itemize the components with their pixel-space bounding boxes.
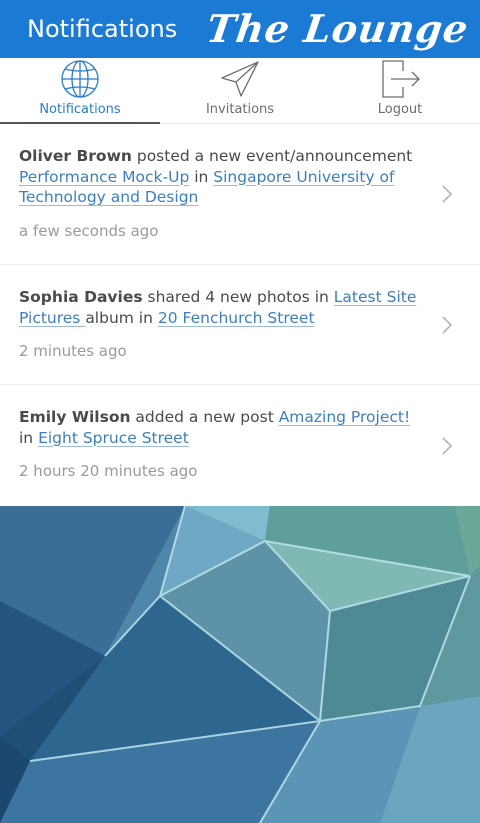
page-title: Notifications (27, 15, 178, 43)
project-link[interactable]: 20 Fenchurch Street (158, 309, 315, 327)
tab-notifications[interactable]: Notifications (0, 58, 160, 124)
action-text: added a new post (130, 408, 279, 426)
project-link[interactable]: Eight Spruce Street (38, 429, 189, 447)
notification-item[interactable]: Oliver Brown posted a new event/announce… (0, 124, 480, 265)
background-polygon-art (0, 506, 480, 823)
notification-text: Sophia Davies shared 4 new photos in Lat… (19, 287, 420, 328)
actor-name[interactable]: Oliver Brown (19, 147, 132, 165)
chevron-right-icon[interactable] (440, 184, 454, 204)
joiner-text: album in (85, 308, 158, 327)
tab-logout[interactable]: Logout (320, 58, 480, 123)
notification-text: Oliver Brown posted a new event/announce… (19, 146, 420, 208)
timestamp: a few seconds ago (19, 221, 159, 240)
notification-item[interactable]: Emily Wilson added a new post Amazing Pr… (0, 385, 480, 506)
timestamp: 2 minutes ago (19, 342, 127, 360)
chevron-right-icon[interactable] (440, 315, 454, 335)
logout-icon (382, 60, 420, 98)
joiner-text: in (189, 167, 214, 186)
tab-invitations[interactable]: Invitations (160, 58, 320, 123)
notification-item[interactable]: Sophia Davies shared 4 new photos in Lat… (0, 265, 480, 385)
notification-text: Emily Wilson added a new post Amazing Pr… (19, 407, 420, 448)
tab-label-invitations: Invitations (205, 102, 275, 117)
tab-label-logout: Logout (377, 102, 423, 117)
notification-list: Oliver Brown posted a new event/announce… (0, 124, 480, 506)
chevron-right-icon[interactable] (440, 436, 454, 456)
action-text: posted a new event/announcement (131, 147, 413, 165)
joiner-text: in (19, 428, 39, 447)
brand-logo: The Lounge (203, 6, 472, 51)
paper-plane-icon (221, 61, 259, 97)
action-text: shared 4 new photos in (142, 288, 334, 306)
globe-icon (61, 60, 99, 98)
event-link[interactable]: Performance Mock-Up (19, 168, 189, 186)
actor-name[interactable]: Sophia Davies (19, 288, 143, 306)
actor-name[interactable]: Emily Wilson (19, 408, 131, 426)
post-link[interactable]: Amazing Project! (279, 408, 410, 426)
app-header: Notifications The Lounge (0, 0, 480, 58)
tab-bar: Notifications Invitations Logout (0, 58, 480, 124)
tab-label-notifications: Notifications (39, 102, 121, 117)
timestamp: 2 hours 20 minutes ago (19, 462, 198, 480)
